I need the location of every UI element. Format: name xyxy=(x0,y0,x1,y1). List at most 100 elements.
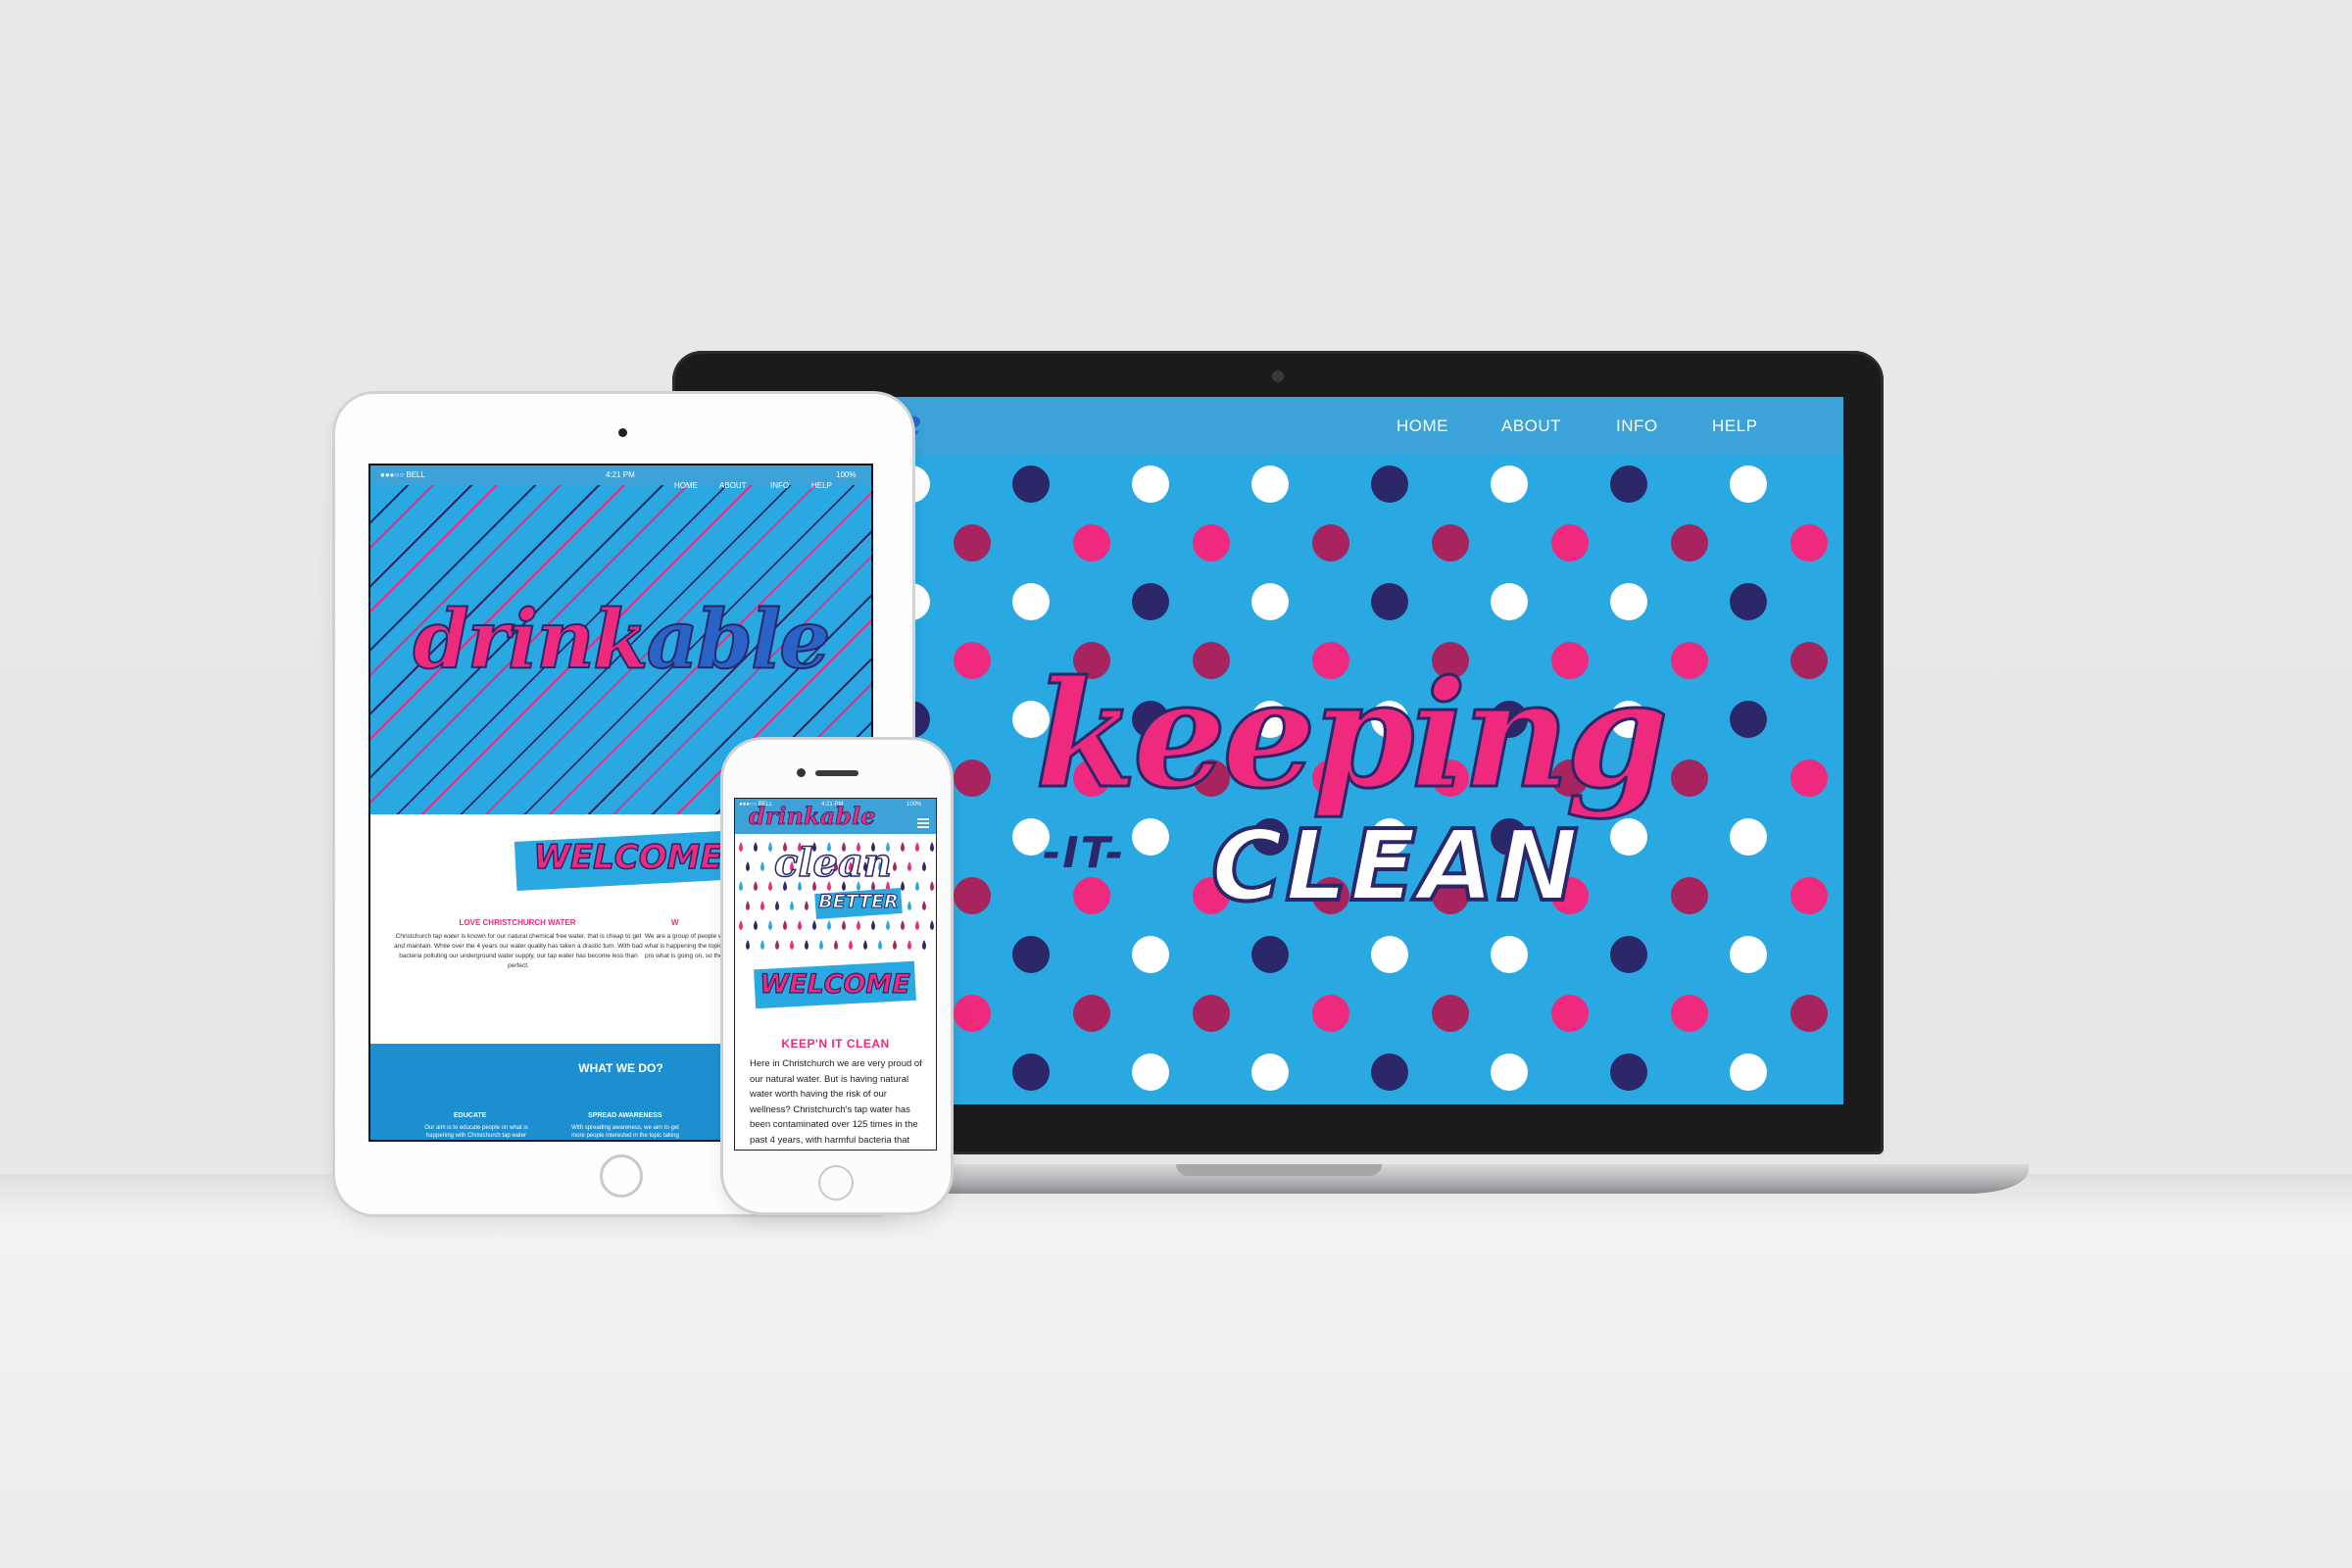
nav-about[interactable]: ABOUT xyxy=(1501,416,1561,436)
polka-dot xyxy=(1193,524,1230,562)
tablet-home-button[interactable] xyxy=(600,1154,643,1198)
polka-dot xyxy=(1790,877,1828,914)
hero-clean-text: CLEAN xyxy=(1209,807,1581,925)
raindrop xyxy=(819,940,823,950)
hamburger-menu-icon[interactable] xyxy=(917,818,929,830)
raindrop xyxy=(790,901,794,910)
tablet-status-bar: ●●●○○ BELL 4:21 PM 100% xyxy=(370,466,871,485)
tablet-welcome-heading: WELCOME xyxy=(533,837,724,878)
phone-speaker xyxy=(815,770,858,776)
polka-dot xyxy=(1671,642,1708,679)
nav-info[interactable]: INFO xyxy=(1616,416,1658,436)
nav-home[interactable]: HOME xyxy=(1396,416,1448,436)
hero-it-text: -IT- xyxy=(1043,828,1126,878)
raindrop xyxy=(746,901,750,910)
tablet-col1-title: LOVE CHRISTCHURCH WATER xyxy=(459,918,576,927)
tablet-camera xyxy=(618,428,627,437)
raindrop xyxy=(760,861,764,871)
polka-dot xyxy=(1132,466,1169,503)
polka-dot xyxy=(1371,466,1408,503)
polka-dot xyxy=(1491,583,1528,620)
phone-header: ●●●○○ BELL 4:21 PM 100% drinkable xyxy=(735,799,936,834)
raindrop xyxy=(827,920,831,930)
raindrop xyxy=(901,842,905,852)
laptop-camera xyxy=(1272,370,1284,382)
polka-dot xyxy=(1251,583,1289,620)
raindrop xyxy=(930,881,934,891)
phone-body-text: Here in Christchurch we are very proud o… xyxy=(750,1058,922,1146)
tablet-nav-home[interactable]: HOME xyxy=(674,481,698,490)
polka-dot xyxy=(1671,760,1708,797)
phone-subtitle: KEEP'N IT CLEAN xyxy=(781,1037,890,1051)
tablet-nav-help[interactable]: HELP xyxy=(811,481,832,490)
raindrop xyxy=(915,881,919,891)
tablet-logo: drinkable xyxy=(370,592,871,688)
raindrop xyxy=(768,842,772,852)
polka-dot xyxy=(1730,818,1767,856)
tablet-carrier: ●●●○○ BELL xyxy=(380,470,425,479)
polka-dot xyxy=(1790,642,1828,679)
polka-dot xyxy=(1012,583,1050,620)
polka-dot xyxy=(1610,818,1647,856)
raindrop xyxy=(893,861,897,871)
polka-dot xyxy=(954,995,991,1032)
polka-dot xyxy=(1730,1054,1767,1091)
raindrop xyxy=(805,940,808,950)
phone-home-button[interactable] xyxy=(818,1165,854,1200)
polka-dot xyxy=(1671,995,1708,1032)
raindrop xyxy=(842,920,846,930)
polka-dot xyxy=(1073,524,1110,562)
tablet-time: 4:21 PM xyxy=(606,470,635,479)
polka-dot xyxy=(1432,524,1469,562)
raindrop xyxy=(805,901,808,910)
raindrop xyxy=(901,920,905,930)
polka-dot xyxy=(1371,583,1408,620)
tablet-nav-info[interactable]: INFO xyxy=(770,481,789,490)
phone-screen: ●●●○○ BELL 4:21 PM 100% drinkable clean … xyxy=(735,799,936,1150)
polka-dot xyxy=(1132,583,1169,620)
raindrop xyxy=(922,940,926,950)
raindrop xyxy=(907,940,911,950)
tablet-col2-title: W xyxy=(671,918,679,927)
polka-dot xyxy=(1790,524,1828,562)
polka-dot xyxy=(1371,1054,1408,1091)
polka-dot xyxy=(1610,936,1647,973)
raindrop xyxy=(790,940,794,950)
polka-dot xyxy=(1730,701,1767,738)
raindrop xyxy=(812,920,816,930)
polka-dot xyxy=(954,642,991,679)
nav-help[interactable]: HELP xyxy=(1712,416,1757,436)
raindrop xyxy=(768,881,772,891)
raindrop xyxy=(871,920,875,930)
raindrop xyxy=(739,881,743,891)
raindrop xyxy=(915,842,919,852)
raindrop xyxy=(878,940,882,950)
polka-dot xyxy=(1671,877,1708,914)
phone-battery: 100% xyxy=(906,802,922,808)
raindrop xyxy=(893,940,897,950)
polka-dot xyxy=(1671,524,1708,562)
polka-dot xyxy=(954,760,991,797)
polka-dot xyxy=(1312,995,1349,1032)
polka-dot xyxy=(1251,466,1289,503)
polka-dot xyxy=(1193,995,1230,1032)
tablet-logo-pink: drink xyxy=(413,592,650,688)
polka-dot xyxy=(1790,760,1828,797)
raindrop xyxy=(768,920,772,930)
polka-dot xyxy=(1730,936,1767,973)
polka-dot xyxy=(1432,995,1469,1032)
polka-dot xyxy=(1730,583,1767,620)
phone-welcome-heading: WELCOME xyxy=(760,968,911,1000)
polka-dot xyxy=(1012,466,1050,503)
raindrop xyxy=(849,940,853,950)
raindrop xyxy=(739,920,743,930)
polka-dot xyxy=(1610,1054,1647,1091)
raindrop xyxy=(739,842,743,852)
raindrop xyxy=(930,842,934,852)
tablet-battery: 100% xyxy=(836,470,857,479)
phone-logo[interactable]: drinkable xyxy=(749,802,876,831)
polka-dot xyxy=(1312,524,1349,562)
laptop-nav-bar: le HOME ABOUT INFO HELP xyxy=(888,397,1843,455)
tablet-nav-about[interactable]: ABOUT xyxy=(719,481,747,490)
raindrop xyxy=(901,881,905,891)
